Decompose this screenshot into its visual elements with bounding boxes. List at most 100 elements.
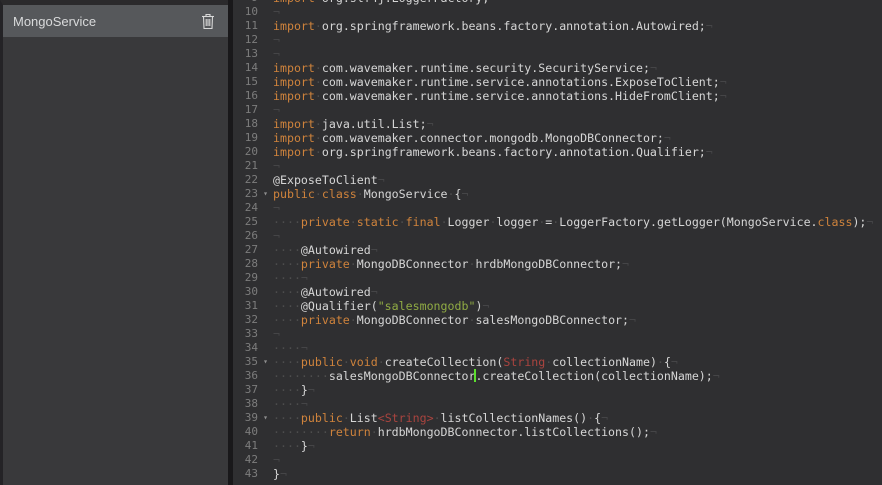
code-line[interactable]: 25····private·static·final·Logger·logger… [233, 215, 882, 229]
line-number: 24 [233, 201, 258, 215]
code-line[interactable]: 27····@Autowired¬ [233, 243, 882, 257]
eol-invisible-marker: ¬ [273, 159, 280, 173]
space-invisible-marker: · [343, 411, 350, 425]
code-line[interactable]: 35▾····public·void·createCollection(Stri… [233, 355, 882, 369]
fold-gutter-spacer [258, 145, 273, 159]
eol-invisible-marker: ¬ [720, 75, 727, 89]
eol-invisible-marker: ¬ [273, 47, 280, 61]
fold-gutter-spacer [258, 243, 273, 257]
line-number: 28 [233, 257, 258, 271]
code-line[interactable]: 29····¬ [233, 271, 882, 285]
line-number: 27 [233, 243, 258, 257]
code-line[interactable]: 14import·com.wavemaker.runtime.security.… [233, 61, 882, 75]
line-number: 25 [233, 215, 258, 229]
code-text: ¬ [273, 159, 280, 173]
java-code-editor[interactable]: 9import·org.slf4j.LoggerFactory;¬10¬11im… [233, 0, 882, 485]
code-line[interactable]: 21¬ [233, 159, 882, 173]
code-line[interactable]: 31····@Qualifier("salesmongodb")¬ [233, 299, 882, 313]
code-line[interactable]: 32····private·MongoDBConnector·salesMong… [233, 313, 882, 327]
code-text: import·java.util.List;¬ [273, 117, 434, 131]
eol-invisible-marker: ¬ [273, 103, 280, 117]
eol-invisible-marker: ¬ [273, 327, 280, 341]
fold-gutter-spacer [258, 75, 273, 89]
eol-invisible-marker: ¬ [706, 145, 713, 159]
code-line[interactable]: 12¬ [233, 33, 882, 47]
code-text: public·class·MongoService·{¬ [273, 187, 468, 201]
code-line[interactable]: 33¬ [233, 327, 882, 341]
fold-gutter-spacer [258, 117, 273, 131]
indent-invisible-marker: ···· [273, 299, 301, 313]
fold-gutter-spacer [258, 215, 273, 229]
eol-invisible-marker: ¬ [371, 243, 378, 257]
code-line[interactable]: 26¬ [233, 229, 882, 243]
eol-invisible-marker: ¬ [378, 173, 385, 187]
code-line[interactable]: 24 ¬ [233, 201, 882, 215]
service-name-label: MongoService [13, 14, 200, 29]
space-invisible-marker: · [657, 355, 664, 369]
fold-arrow-icon[interactable]: ▾ [258, 187, 273, 201]
eol-invisible-marker: ¬ [671, 355, 678, 369]
code-text: ¬ [273, 229, 280, 243]
eol-invisible-marker: ¬ [301, 271, 308, 285]
code-line[interactable]: 22@ExposeToClient¬ [233, 173, 882, 187]
code-line[interactable]: 15import·com.wavemaker.runtime.service.a… [233, 75, 882, 89]
space-invisible-marker: · [350, 215, 357, 229]
code-line[interactable]: 43}¬ [233, 467, 882, 481]
indent-invisible-marker: ···· [273, 243, 301, 257]
code-line[interactable]: 10¬ [233, 5, 882, 19]
line-number: 42 [233, 453, 258, 467]
code-line[interactable]: 34····¬ [233, 341, 882, 355]
code-line[interactable]: 16import·com.wavemaker.runtime.service.a… [233, 89, 882, 103]
code-line[interactable]: 28····private·MongoDBConnector·hrdbMongo… [233, 257, 882, 271]
space-invisible-marker: · [315, 61, 322, 75]
code-line[interactable]: 42 ¬ [233, 453, 882, 467]
code-line[interactable]: 36········salesMongoDBConnector.createCo… [233, 369, 882, 383]
sidebar-item-mongoservice[interactable]: MongoService [3, 5, 228, 37]
fold-gutter-spacer [258, 33, 273, 47]
indent-invisible-marker: ···· [273, 285, 301, 299]
code-text: ¬ [273, 327, 280, 341]
line-number: 13 [233, 47, 258, 61]
fold-gutter-spacer [258, 131, 273, 145]
code-line[interactable]: 40········return·hrdbMongoDBConnector.li… [233, 425, 882, 439]
fold-gutter-spacer [258, 439, 273, 453]
code-line[interactable]: 38····¬ [233, 397, 882, 411]
fold-gutter-spacer [258, 229, 273, 243]
line-number: 19 [233, 131, 258, 145]
eol-invisible-marker: ¬ [650, 425, 657, 439]
line-number: 41 [233, 439, 258, 453]
code-line[interactable]: 23▾public·class·MongoService·{¬ [233, 187, 882, 201]
eol-invisible-marker: ¬ [601, 411, 608, 425]
eol-invisible-marker: ¬ [482, 299, 489, 313]
indent-invisible-marker: ···· [273, 313, 301, 327]
code-text: ¬ [273, 201, 280, 215]
fold-gutter-spacer [258, 89, 273, 103]
code-line[interactable]: 30····@Autowired¬ [233, 285, 882, 299]
fold-gutter-spacer [258, 341, 273, 355]
code-lines: 9import·org.slf4j.LoggerFactory;¬10¬11im… [233, 0, 882, 481]
code-line[interactable]: 37····}¬ [233, 383, 882, 397]
indent-invisible-marker: ···· [273, 257, 301, 271]
line-number: 32 [233, 313, 258, 327]
code-text: ····}¬ [273, 439, 315, 453]
code-line[interactable]: 39▾····public·List<String>·listCollectio… [233, 411, 882, 425]
code-text: ········salesMongoDBConnector.createColl… [273, 369, 720, 383]
code-line[interactable]: 20import·org.springframework.beans.facto… [233, 145, 882, 159]
code-text: ¬ [273, 47, 280, 61]
code-line[interactable]: 18import·java.util.List;¬ [233, 117, 882, 131]
code-line[interactable]: 11import·org.springframework.beans.facto… [233, 19, 882, 33]
eol-invisible-marker: ¬ [308, 383, 315, 397]
eol-invisible-marker: ¬ [301, 341, 308, 355]
code-text: import·org.slf4j.LoggerFactory;¬ [273, 0, 496, 5]
trash-icon[interactable] [200, 12, 216, 30]
indent-invisible-marker: ···· [273, 215, 301, 229]
fold-arrow-icon[interactable]: ▾ [258, 355, 273, 369]
code-line[interactable]: 13 ¬ [233, 47, 882, 61]
fold-arrow-icon[interactable]: ▾ [258, 411, 273, 425]
code-line[interactable]: 41 ····}¬ [233, 439, 882, 453]
line-number: 14 [233, 61, 258, 75]
code-line[interactable]: 19import·com.wavemaker.connector.mongodb… [233, 131, 882, 145]
code-line[interactable]: 17¬ [233, 103, 882, 117]
eol-invisible-marker: ¬ [308, 439, 315, 453]
eol-invisible-marker: ¬ [273, 453, 280, 467]
